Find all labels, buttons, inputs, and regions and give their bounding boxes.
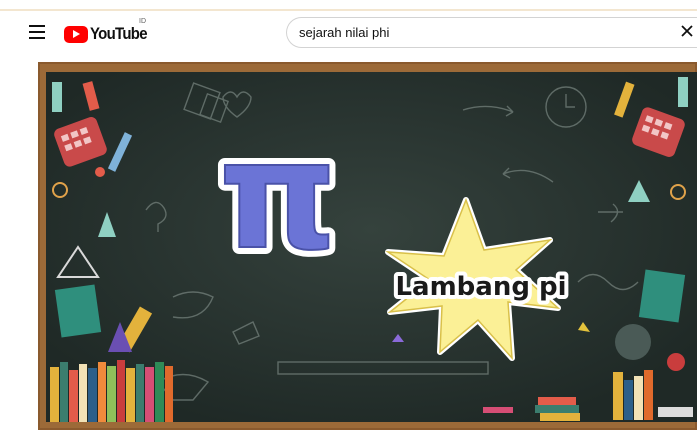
- youtube-play-icon: [64, 25, 88, 43]
- youtube-logo[interactable]: YouTube ID: [64, 18, 155, 45]
- caption-text: Lambang pi: [395, 272, 566, 302]
- search-box[interactable]: [286, 17, 697, 48]
- top-border: [0, 0, 697, 11]
- video-caption: Lambang pi Lambang pi: [391, 268, 570, 306]
- menu-icon[interactable]: [26, 22, 48, 42]
- pi-glyph: π: [219, 109, 338, 283]
- video-frame: π π Lambang pi Lambang pi: [38, 62, 697, 430]
- masthead: YouTube ID: [0, 12, 697, 54]
- pi-symbol: π π: [212, 102, 345, 290]
- logo-text: YouTube: [90, 24, 148, 43]
- search-input[interactable]: [299, 25, 659, 40]
- clear-icon[interactable]: [680, 24, 694, 38]
- region-code: ID: [139, 18, 146, 25]
- video-player[interactable]: π π Lambang pi Lambang pi: [38, 62, 697, 430]
